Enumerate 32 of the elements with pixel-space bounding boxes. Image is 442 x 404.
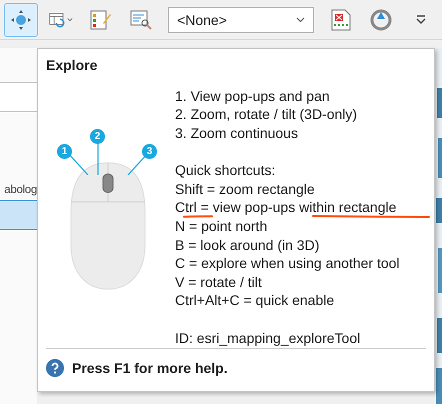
- layer-dropdown[interactable]: <None>: [168, 6, 314, 32]
- help-hint: Press F1 for more help.: [72, 360, 228, 376]
- map-delete-icon: [331, 8, 351, 30]
- document-search-icon: [130, 10, 152, 30]
- shortcut-text: B = look around (in 3D): [175, 238, 320, 253]
- callout-number: 3: [142, 144, 157, 159]
- annotation-underline: [183, 215, 213, 218]
- compass-icon: [370, 8, 392, 30]
- tool-button[interactable]: [4, 2, 38, 36]
- search-field[interactable]: [0, 82, 37, 112]
- callout-number: 2: [90, 129, 105, 144]
- shortcut-text: C = explore when using another tool: [175, 256, 400, 272]
- action-text: 2. Zoom, rotate / tilt (3D-only): [175, 107, 358, 122]
- callout-number: 1: [57, 144, 72, 159]
- help-icon: [46, 359, 64, 377]
- list-row[interactable]: [0, 200, 37, 230]
- shortcut-text: Shift = zoom rectangle: [175, 182, 316, 197]
- shortcut-text: V = rotate / tilt: [175, 274, 263, 290]
- shortcut-text: Ctrl = view pop-ups within rectangle: [175, 200, 398, 216]
- shortcut-text: Ctrl+Alt+C = quick enable: [175, 293, 336, 308]
- tooltip-title: Explore: [45, 56, 98, 73]
- caret-icon: [296, 16, 305, 22]
- tool-id: ID: esri_mapping_exploreTool: [175, 330, 362, 346]
- pan-arrows-icon: [10, 8, 32, 30]
- shortcuts-heading: Quick shortcuts:: [175, 163, 276, 178]
- chevron-down-icon: [416, 14, 426, 24]
- action-text: 1. View pop-ups and pan: [175, 88, 331, 104]
- caret-icon: [67, 16, 74, 22]
- action-text: 3. Zoom continuous: [175, 126, 299, 141]
- list-pencil-icon: [90, 10, 112, 30]
- layer-label: abolog: [3, 184, 37, 196]
- shortcut-text: N = point north: [175, 218, 268, 234]
